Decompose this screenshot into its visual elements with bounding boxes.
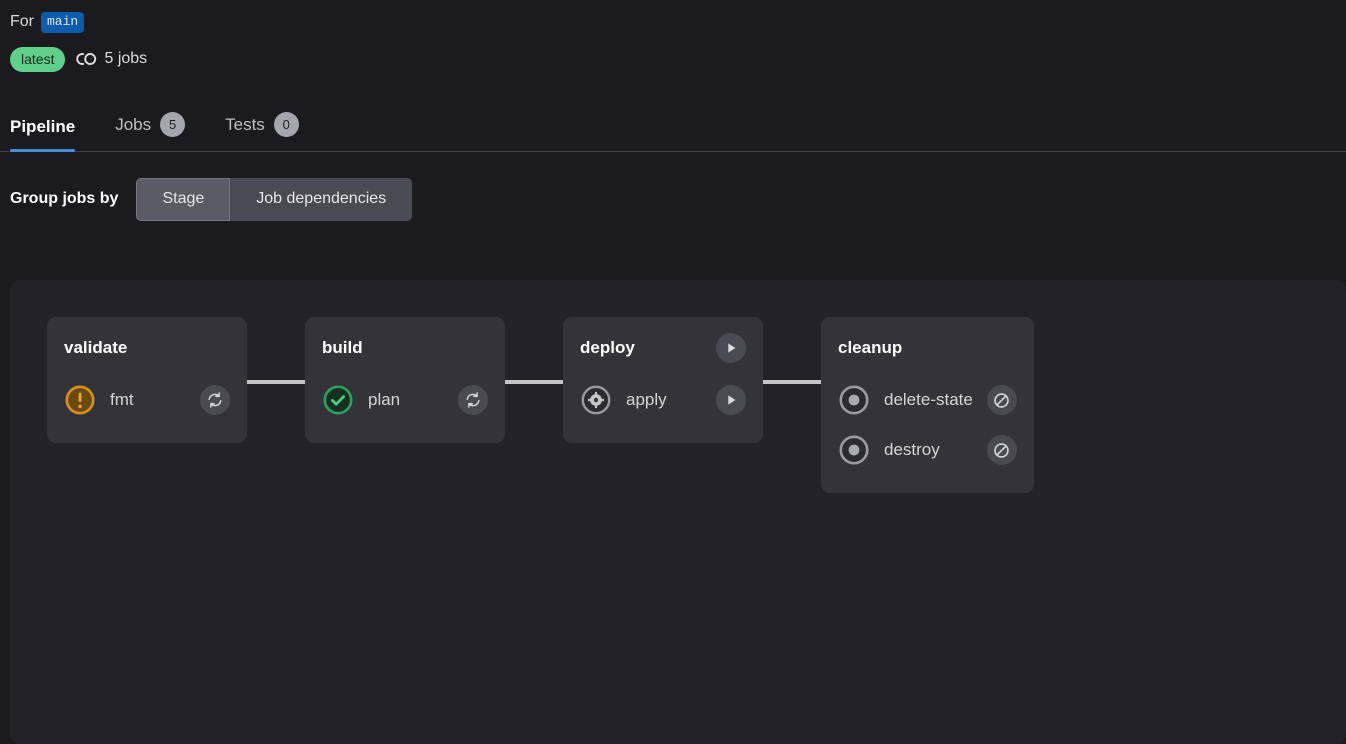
tab-tests-count: 0 bbox=[274, 112, 299, 137]
status-success-icon[interactable] bbox=[322, 384, 354, 416]
stage-card-deploy: deploy bbox=[563, 317, 763, 443]
stage-column-deploy: deploy bbox=[563, 317, 821, 443]
stage-title-deploy: deploy bbox=[580, 337, 635, 359]
jobs-count-label: 5 jobs bbox=[104, 50, 147, 68]
stage-title-validate: validate bbox=[64, 337, 127, 359]
pipeline-tabs: Pipeline Jobs 5 Tests 0 bbox=[0, 97, 1346, 152]
job-name-destroy: destroy bbox=[884, 439, 973, 461]
job-row-plan[interactable]: plan bbox=[322, 375, 488, 425]
for-ref-line: For main bbox=[10, 10, 1346, 34]
status-skipped-icon[interactable] bbox=[838, 434, 870, 466]
status-warning-icon[interactable] bbox=[64, 384, 96, 416]
pipeline-graph: validate fmt bbox=[10, 280, 1346, 493]
tab-pipeline-label: Pipeline bbox=[10, 117, 75, 137]
stage-header-validate: validate bbox=[64, 333, 230, 363]
stage-header-cleanup: cleanup bbox=[838, 333, 1017, 363]
pipeline-header: For main latest 5 jobs bbox=[0, 0, 1346, 73]
stage-card-validate: validate fmt bbox=[47, 317, 247, 443]
pipeline-graph-panel: validate fmt bbox=[10, 280, 1346, 744]
job-row-apply[interactable]: apply bbox=[580, 375, 746, 425]
retry-icon[interactable] bbox=[458, 385, 488, 415]
job-name-fmt: fmt bbox=[110, 389, 186, 411]
stage-column-build: build plan bbox=[305, 317, 563, 443]
latest-badge: latest bbox=[10, 47, 65, 72]
group-jobs-by-label: Group jobs by bbox=[10, 190, 118, 208]
tab-pipeline[interactable]: Pipeline bbox=[10, 117, 95, 151]
stage-header-deploy: deploy bbox=[580, 333, 746, 363]
job-name-plan: plan bbox=[368, 389, 444, 411]
stage-connector-deploy-cleanup bbox=[763, 380, 821, 384]
pipeline-icon bbox=[75, 51, 97, 67]
tab-jobs-label: Jobs bbox=[115, 115, 151, 135]
group-jobs-by-bar: Group jobs by Stage Job dependencies bbox=[0, 152, 1346, 222]
status-skipped-icon[interactable] bbox=[838, 384, 870, 416]
job-name-apply: apply bbox=[626, 389, 702, 411]
tab-jobs-count: 5 bbox=[160, 112, 185, 137]
tab-tests[interactable]: Tests 0 bbox=[205, 112, 319, 151]
job-name-delete-state: delete-state bbox=[884, 389, 973, 411]
job-row-destroy[interactable]: destroy bbox=[838, 425, 1017, 475]
stage-connector-build-deploy bbox=[505, 380, 563, 384]
retry-icon[interactable] bbox=[200, 385, 230, 415]
group-jobs-by-segmented-control: Stage Job dependencies bbox=[136, 178, 412, 221]
stage-connector-validate-build bbox=[247, 380, 305, 384]
play-icon[interactable] bbox=[716, 333, 746, 363]
group-by-job-dependencies-button[interactable]: Job dependencies bbox=[230, 178, 412, 221]
job-row-delete-state[interactable]: delete-state bbox=[838, 375, 1017, 425]
status-manual-icon[interactable] bbox=[580, 384, 612, 416]
stage-column-validate: validate fmt bbox=[47, 317, 305, 443]
tab-tests-label: Tests bbox=[225, 115, 265, 135]
job-row-fmt[interactable]: fmt bbox=[64, 375, 230, 425]
blocked-icon[interactable] bbox=[987, 435, 1017, 465]
stage-header-build: build bbox=[322, 333, 488, 363]
stage-card-build: build plan bbox=[305, 317, 505, 443]
blocked-icon[interactable] bbox=[987, 385, 1017, 415]
group-by-stage-button[interactable]: Stage bbox=[136, 178, 230, 221]
play-icon[interactable] bbox=[716, 385, 746, 415]
stage-card-cleanup: cleanup delete-state bbox=[821, 317, 1034, 493]
ref-badge[interactable]: main bbox=[41, 12, 84, 33]
for-label: For bbox=[10, 11, 34, 33]
tab-jobs[interactable]: Jobs 5 bbox=[95, 112, 205, 151]
stage-title-build: build bbox=[322, 337, 363, 359]
jobs-count: 5 jobs bbox=[75, 50, 147, 68]
stage-title-cleanup: cleanup bbox=[838, 337, 902, 359]
pipeline-meta-line: latest 5 jobs bbox=[10, 45, 1346, 73]
stage-column-cleanup: cleanup delete-state bbox=[821, 317, 1034, 493]
